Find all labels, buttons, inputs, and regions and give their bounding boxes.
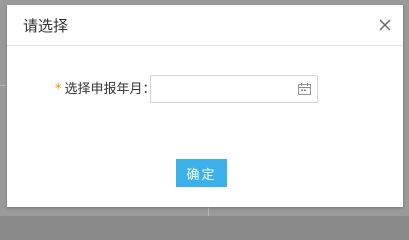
dialog-header: 请选择 [7,5,403,46]
calendar-icon[interactable] [298,83,311,95]
declare-month-label-text: 选择申报年月： [64,82,156,97]
declare-month-label: * 选择申报年月： [55,82,156,98]
confirm-button[interactable]: 确定 [176,159,227,187]
dialog-title: 请选择 [23,17,69,35]
declare-month-input[interactable] [151,76,303,102]
close-icon [379,19,391,31]
form-row-declare-month: * 选择申报年月： [7,75,403,105]
required-mark: * [55,82,62,97]
backdrop-divider [208,207,209,216]
backdrop-divider [0,85,7,86]
close-button[interactable] [377,17,393,33]
select-dialog: 请选择 * 选择申报年月： 确定 [7,5,403,207]
declare-month-picker[interactable] [150,75,318,103]
